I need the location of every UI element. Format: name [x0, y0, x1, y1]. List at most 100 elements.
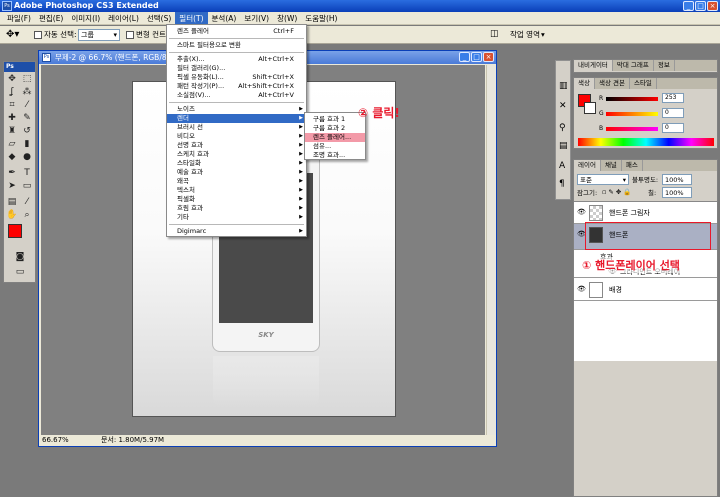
- type-icon[interactable]: T: [21, 168, 33, 179]
- auto-select-checkbox[interactable]: [34, 31, 42, 39]
- menu-item-artistic[interactable]: 예술 효과 ▶: [167, 168, 306, 177]
- g-value-input[interactable]: 0: [662, 108, 684, 118]
- menu-window[interactable]: 창(W): [273, 12, 301, 25]
- brush-icon[interactable]: ✎: [21, 113, 33, 124]
- b-slider[interactable]: [606, 127, 658, 131]
- zoom-icon[interactable]: ⌕: [21, 210, 33, 221]
- magic-wand-icon[interactable]: ⁂: [21, 87, 33, 98]
- g-slider[interactable]: [606, 112, 658, 116]
- eye-icon[interactable]: 👁: [577, 208, 586, 216]
- eyedropper-2-icon[interactable]: ⁄: [21, 197, 33, 208]
- eraser-icon[interactable]: ▱: [6, 139, 18, 150]
- b-value-input[interactable]: 0: [662, 123, 684, 133]
- minimize-icon[interactable]: _: [683, 1, 694, 11]
- tab-channels[interactable]: 채널: [601, 160, 622, 171]
- chevron-down-icon[interactable]: ▾: [541, 30, 545, 40]
- submenu-item-lighting-effects[interactable]: 조명 효과...: [305, 151, 365, 160]
- menu-image[interactable]: 이미지(I): [67, 12, 104, 25]
- healing-brush-icon[interactable]: ✚: [6, 113, 18, 124]
- tab-paths[interactable]: 패스: [622, 160, 643, 171]
- lock-icons[interactable]: ▫✎✥🔒: [602, 188, 633, 196]
- path-select-icon[interactable]: ➤: [6, 181, 18, 192]
- transform-controls-checkbox[interactable]: [126, 31, 134, 39]
- menu-item-sketch[interactable]: 스케치 효과 ▶: [167, 150, 306, 159]
- menu-item-filter-gallery[interactable]: 필터 갤러리(G)...: [167, 64, 306, 73]
- move-icon[interactable]: ✥: [6, 74, 18, 85]
- eye-icon[interactable]: 👁: [577, 285, 586, 293]
- submenu-item-lens-flare[interactable]: 렌즈 플레어...: [305, 133, 365, 142]
- tab-swatches[interactable]: 색상 견본: [595, 78, 630, 89]
- menu-item-pattern-maker[interactable]: 패턴 작성기(P)... Alt+Shift+Ctrl+X: [167, 82, 306, 91]
- screen-mode-icon[interactable]: ▭: [14, 267, 26, 278]
- actions-icon[interactable]: A: [559, 161, 565, 171]
- menu-item-pixelate[interactable]: 픽셀화 ▶: [167, 195, 306, 204]
- tab-info[interactable]: 정보: [654, 60, 675, 71]
- blend-mode-dropdown[interactable]: 표준 ▾: [577, 174, 629, 185]
- auto-select-dropdown[interactable]: 그룹 ▾: [78, 29, 120, 41]
- dodge-icon[interactable]: ●: [21, 152, 33, 163]
- lasso-icon[interactable]: ʆ: [6, 87, 18, 98]
- layer-row-background[interactable]: 👁 배경: [574, 279, 717, 301]
- maximize-icon[interactable]: □: [695, 1, 706, 11]
- menu-edit[interactable]: 편집(E): [35, 12, 67, 25]
- tool-options-icon[interactable]: ✕: [559, 101, 567, 111]
- hand-icon[interactable]: ✋: [6, 210, 18, 221]
- tab-styles[interactable]: 스타일: [630, 78, 657, 89]
- layer-comps-icon[interactable]: ⚲: [559, 123, 566, 133]
- close-icon[interactable]: ×: [707, 1, 718, 11]
- r-slider[interactable]: [606, 97, 658, 101]
- doc-minimize-icon[interactable]: _: [459, 52, 470, 62]
- menu-item-brush-strokes[interactable]: 브러시 선 ▶: [167, 123, 306, 132]
- menu-item-sharpen[interactable]: 선명 효과 ▶: [167, 141, 306, 150]
- crop-icon[interactable]: ⌗: [6, 100, 18, 111]
- menu-item-distort[interactable]: 왜곡 ▶: [167, 177, 306, 186]
- gradient-icon[interactable]: ▮: [21, 139, 33, 150]
- menu-item-digimarc[interactable]: Digimarc ▶: [167, 227, 306, 236]
- menu-analysis[interactable]: 분석(A): [208, 12, 241, 25]
- history-icon[interactable]: ▤: [559, 141, 568, 151]
- vertical-scrollbar[interactable]: [486, 65, 496, 435]
- zoom-level[interactable]: 66.67%: [42, 435, 69, 446]
- menu-item-vanishing-point[interactable]: 소실점(V)... Alt+Ctrl+V: [167, 91, 306, 100]
- notes-icon[interactable]: ▤: [6, 197, 18, 208]
- tab-histogram[interactable]: 막대 그래프: [613, 60, 654, 71]
- menu-item-blur[interactable]: 흐림 효과 ▶: [167, 204, 306, 213]
- menu-item-other[interactable]: 기타 ▶: [167, 213, 306, 222]
- opacity-input[interactable]: 100%: [662, 174, 692, 185]
- color-ramp[interactable]: [578, 138, 714, 146]
- color-bg-swatch[interactable]: [584, 102, 596, 114]
- tab-navigator[interactable]: 내비게이터: [574, 60, 613, 71]
- menu-item-lens-flare-last[interactable]: 렌즈 플레어 Ctrl+F: [167, 27, 306, 36]
- clone-stamp-icon[interactable]: ♜: [6, 126, 18, 137]
- menu-item-render[interactable]: 렌더 ▶: [167, 114, 306, 123]
- tab-color[interactable]: 색상: [574, 78, 595, 89]
- menu-item-extract[interactable]: 추출(X)... Alt+Ctrl+X: [167, 55, 306, 64]
- menu-help[interactable]: 도움말(H): [301, 12, 341, 25]
- submenu-item-difference-clouds[interactable]: 구름 효과 2: [305, 124, 365, 133]
- menu-item-stylize[interactable]: 스타일화 ▶: [167, 159, 306, 168]
- menu-select[interactable]: 선택(S): [143, 12, 175, 25]
- pen-icon[interactable]: ✒: [6, 168, 18, 179]
- foreground-color-swatch[interactable]: [8, 224, 22, 238]
- submenu-item-clouds[interactable]: 구름 효과 1: [305, 115, 365, 124]
- blur-icon[interactable]: ◆: [6, 152, 18, 163]
- workspace-menu[interactable]: 작업 영역: [510, 30, 540, 40]
- submenu-item-fibers[interactable]: 섬유...: [305, 142, 365, 151]
- history-brush-icon[interactable]: ↺: [21, 126, 33, 137]
- brush-preset-icon[interactable]: ▥: [559, 81, 568, 91]
- layer-row-phone-shadow[interactable]: 👁 핸드폰 그림자: [574, 202, 717, 224]
- menu-item-smart-filter[interactable]: 스마트 필터용으로 변환: [167, 41, 306, 50]
- marquee-icon[interactable]: ⬚: [21, 74, 33, 85]
- menu-filter[interactable]: 필터(T): [175, 11, 208, 25]
- tool-preset-icon[interactable]: ◫: [490, 29, 499, 39]
- doc-maximize-icon[interactable]: □: [471, 52, 482, 62]
- menu-item-noise[interactable]: 노이즈 ▶: [167, 105, 306, 114]
- paragraph-icon[interactable]: ¶: [559, 179, 565, 189]
- menu-layer[interactable]: 레이어(L): [104, 12, 143, 25]
- tab-layers[interactable]: 레이어: [574, 160, 601, 171]
- menu-item-texture[interactable]: 텍스처 ▶: [167, 186, 306, 195]
- r-value-input[interactable]: 253: [662, 93, 684, 103]
- menu-item-liquify[interactable]: 픽셀 유동화(L)... Shift+Ctrl+X: [167, 73, 306, 82]
- shape-icon[interactable]: ▭: [21, 181, 33, 192]
- quick-mask-icon[interactable]: ◙: [14, 252, 26, 263]
